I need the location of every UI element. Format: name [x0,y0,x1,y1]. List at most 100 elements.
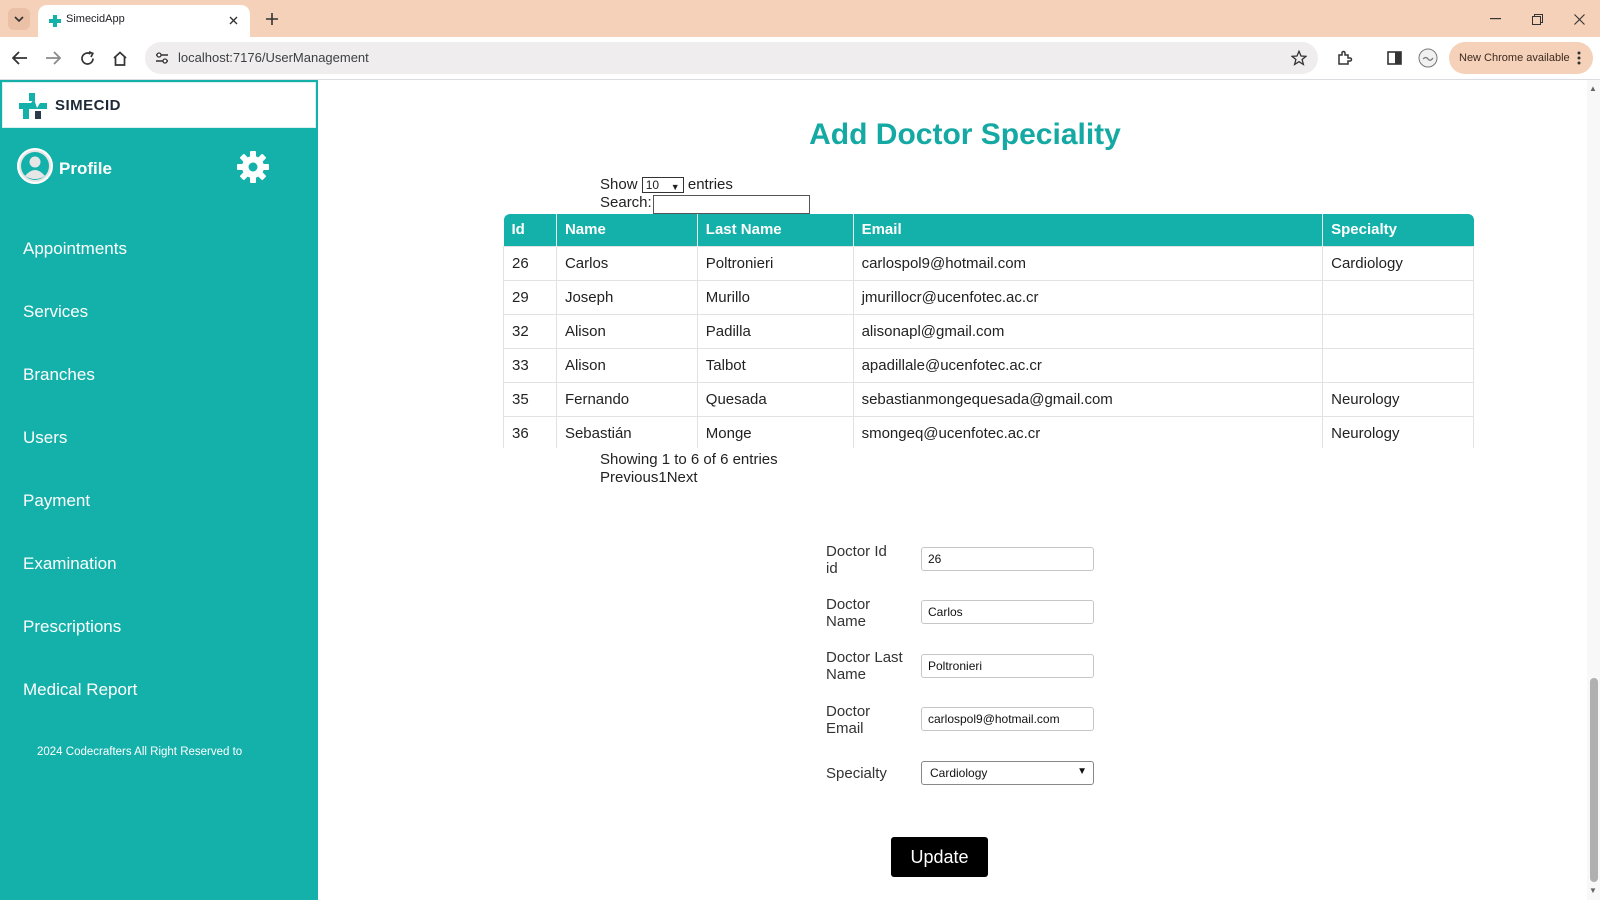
chevron-down-icon: ▼ [1077,766,1087,777]
chevron-down-icon: ▼ [670,182,680,193]
doctors-table: Id Name Last Name Email Specialty 26 Car… [503,214,1474,448]
entries-label: entries [687,176,733,193]
site-settings-icon[interactable] [151,47,173,69]
doctor-id-field[interactable]: 26 [921,547,1094,571]
new-chrome-button[interactable]: New Chrome available [1449,42,1593,74]
doctor-name-field[interactable]: Carlos [921,600,1094,624]
home-icon[interactable] [108,46,132,70]
doctor-last-name-field[interactable]: Poltronieri [921,654,1094,678]
doctor-name-label-line1: Doctor [826,596,871,613]
back-icon[interactable] [8,46,32,70]
sidebar-item-services[interactable]: Services [23,302,88,322]
forward-icon[interactable] [41,46,65,70]
cell-id: 32 [503,313,557,349]
entries-select[interactable]: 10 ▼ [641,177,684,194]
cell-email: jmurillocr@ucenfotec.ac.cr [852,279,1324,315]
cell-name: Alison [555,347,698,383]
minimize-icon[interactable] [1484,8,1506,30]
cell-id: 35 [503,381,557,417]
reload-icon[interactable] [75,46,99,70]
sidebar-item-prescriptions[interactable]: Prescriptions [23,617,121,637]
cell-name: Carlos [555,245,698,281]
brand-header[interactable]: SIMECID [2,82,316,128]
sidebar: SIMECID Profile Appointments Services Br… [0,80,318,900]
profile-icon[interactable] [1416,46,1440,70]
cell-specialty [1322,313,1474,349]
cell-email: alisonapl@gmail.com [852,313,1324,349]
scrollbar-thumb[interactable] [1590,678,1598,882]
table-row[interactable]: 35 Fernando Quesada sebastianmongequesad… [503,381,1474,417]
sidebar-item-medical-report[interactable]: Medical Report [23,680,137,700]
plus-icon[interactable] [262,9,282,29]
doctor-id-label-line1: Doctor Id [826,543,887,560]
avatar-icon[interactable] [17,148,53,184]
sidebar-item-users[interactable]: Users [23,428,67,448]
column-header-id[interactable]: Id [503,214,557,246]
cell-id: 33 [503,347,557,383]
tab-search-icon[interactable] [8,8,30,30]
column-header-name[interactable]: Name [556,214,698,246]
table-row[interactable]: 29 Joseph Murillo jmurillocr@ucenfotec.a… [503,279,1474,315]
column-header-email[interactable]: Email [853,214,1324,246]
address-bar[interactable]: localhost:7176/UserManagement [145,42,1318,74]
doctor-last-name-label-line1: Doctor Last [826,649,903,666]
brand-name: SIMECID [55,97,122,114]
doctor-email-field[interactable]: carlospol9@hotmail.com [921,707,1094,731]
sidebar-item-appointments[interactable]: Appointments [23,239,127,259]
sidebar-item-payment[interactable]: Payment [23,491,90,511]
column-header-last-name[interactable]: Last Name [697,214,854,246]
update-button[interactable]: Update [891,837,988,877]
doctor-id-label: Doctor Id id [826,543,918,577]
table-row[interactable]: 32 Alison Padilla alisonapl@gmail.com [503,313,1474,349]
doctor-name-label-line2: Name [826,613,867,630]
browser-toolbar: localhost:7176/UserManagement New Chrome… [0,37,1600,80]
scroll-up-icon[interactable]: ▲ [1589,84,1597,93]
cell-name: Alison [555,313,698,349]
specialty-label: Specialty [826,765,887,782]
scroll-down-icon[interactable]: ▼ [1589,886,1597,895]
table-row[interactable]: 36 Sebastián Monge smongeq@ucenfotec.ac.… [503,415,1474,448]
table-row[interactable]: 33 Alison Talbot apadillale@ucenfotec.ac… [503,347,1474,383]
cell-specialty: Cardiology [1322,245,1474,281]
cell-id: 26 [503,245,557,281]
doctors-table-container: Id Name Last Name Email Specialty 26 Car… [503,214,1474,448]
cell-last-name: Monge [696,415,854,448]
browser-tabstrip: SimecidApp [0,0,1600,37]
cell-specialty [1322,279,1474,315]
pagination-next[interactable]: Next [667,469,698,486]
cell-specialty [1322,347,1474,383]
star-icon[interactable] [1288,47,1310,69]
favicon-icon [49,15,61,27]
search-input[interactable] [653,195,810,214]
more-icon[interactable] [1571,49,1587,67]
gear-icon[interactable] [236,150,270,184]
doctor-email-label-line1: Doctor [826,703,871,720]
restore-icon[interactable] [1526,8,1548,30]
close-window-icon[interactable] [1568,8,1590,30]
close-icon[interactable] [225,12,241,28]
cell-id: 36 [503,415,557,448]
side-panel-icon[interactable] [1382,46,1406,70]
browser-tab[interactable]: SimecidApp [38,5,250,37]
url-text: localhost:7176/UserManagement [178,50,369,65]
cell-last-name: Poltronieri [696,245,854,281]
pagination-page-1[interactable]: 1 [658,469,666,486]
column-header-specialty[interactable]: Specialty [1322,214,1474,246]
cell-last-name: Quesada [696,381,854,417]
table-header-row: Id Name Last Name Email Specialty [503,214,1474,246]
extensions-icon[interactable] [1333,46,1357,70]
search-label: Search: [600,194,652,211]
sidebar-item-examination[interactable]: Examination [23,554,117,574]
sidebar-item-branches[interactable]: Branches [23,365,95,385]
specialty-select[interactable]: Cardiology ▼ [921,761,1094,785]
table-row[interactable]: 26 Carlos Poltronieri carlospol9@hotmail… [503,245,1474,281]
cell-name: Sebastián [555,415,698,448]
cell-email: sebastianmongequesada@gmail.com [852,381,1324,417]
entries-control: Show 10 ▼ entries [600,176,733,194]
page-scrollbar[interactable]: ▲ ▼ [1587,80,1600,900]
entries-value: 10 [645,178,660,193]
cell-name: Fernando [555,381,698,417]
tab-title: SimecidApp [66,13,125,25]
profile-link[interactable]: Profile [59,159,112,179]
pagination-previous[interactable]: Previous [600,469,658,486]
